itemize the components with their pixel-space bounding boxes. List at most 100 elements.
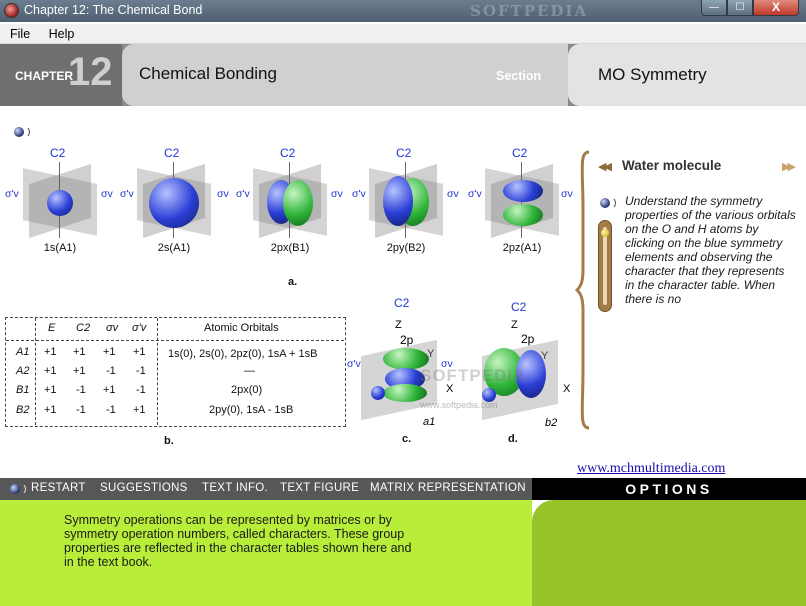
chapter-header: CHAPTER 12 Chemical Bonding Section MO S… xyxy=(0,44,806,106)
softpedia-overlay: SOFTPEDIA xyxy=(420,366,527,385)
speaker-wave xyxy=(22,126,30,138)
table-cell: -1 xyxy=(106,404,116,416)
table-cell: +1 xyxy=(44,365,57,377)
options-button[interactable]: OPTIONS xyxy=(532,478,806,500)
orbital-2p-label: 2p xyxy=(521,332,535,346)
c2-axis-button[interactable]: C2 xyxy=(280,146,295,160)
window-title: Chapter 12: The Chemical Bond xyxy=(24,3,203,17)
orbital-2s: C2 2s(A1) xyxy=(129,146,219,266)
side-panel-title: Water molecule xyxy=(622,158,722,173)
chapter-badge: CHAPTER 12 xyxy=(0,44,122,106)
sigma-v-button[interactable]: σv xyxy=(447,188,459,200)
sigma-v-button[interactable]: σv xyxy=(101,188,113,200)
menu-file[interactable]: File xyxy=(0,24,30,41)
close-button[interactable]: X xyxy=(753,0,799,16)
footer-options-panel xyxy=(532,500,806,606)
mo-label: b2 xyxy=(545,417,558,429)
c2-axis-button[interactable]: C2 xyxy=(164,146,179,160)
side-panel-text: Understand the symmetry properties of th… xyxy=(625,194,796,306)
table-cell: -1 xyxy=(136,365,146,377)
c2-axis-button[interactable]: C2 xyxy=(50,146,65,160)
c2-axis-button[interactable]: C2 xyxy=(511,300,526,314)
section-title: MO Symmetry xyxy=(598,65,707,84)
header-c2: C2 xyxy=(76,322,91,334)
orbital-label: 2py(B2) xyxy=(386,242,426,254)
section-label: Section xyxy=(496,69,542,83)
nav-audio-icon[interactable] xyxy=(10,482,28,496)
table-cell: -1 xyxy=(106,365,116,377)
table-cell: +1 xyxy=(103,384,116,396)
matrix-representation-button[interactable]: MATRIX REPRESENTATION xyxy=(370,482,526,494)
figure-b-caption: b. xyxy=(164,435,174,447)
orbital-label: 2s(A1) xyxy=(157,242,191,254)
text-figure-button[interactable]: TEXT FIGURE xyxy=(280,482,359,494)
suggestions-button[interactable]: SUGGESTIONS xyxy=(100,482,188,494)
hydrogen-lobe xyxy=(371,386,385,400)
window-titlebar: Chapter 12: The Chemical Bond SOFTPEDIA … xyxy=(0,0,806,22)
x-axis-label: X xyxy=(563,383,571,395)
table-cell: -1 xyxy=(136,384,146,396)
table-divider xyxy=(6,340,344,341)
sigma-v-button[interactable]: σv xyxy=(217,188,229,200)
s-orbital-sphere xyxy=(149,178,199,228)
row-symmetry[interactable]: B2 xyxy=(16,404,29,416)
table-cell: +1 xyxy=(44,346,57,358)
table-cell: +1 xyxy=(103,346,116,358)
sigma-v-button[interactable]: σv xyxy=(331,188,343,200)
speaker-wave xyxy=(608,197,616,209)
figure-a-caption: a. xyxy=(288,276,298,288)
c2-axis-button[interactable]: C2 xyxy=(512,146,527,160)
softpedia-overlay-url: www.softpedia.com xyxy=(420,400,498,410)
sigma-v-prime-button[interactable]: σ'v xyxy=(5,188,19,200)
sigma-v-prime-button[interactable]: σ'v xyxy=(347,358,361,370)
water-molecule-header: ◀◀ Water molecule ▶▶ xyxy=(598,158,804,176)
menu-help[interactable]: Help xyxy=(35,24,75,41)
p-orbital-lobe-positive xyxy=(283,180,313,226)
section-panel: MO Symmetry xyxy=(568,44,806,106)
c2-axis-button[interactable]: C2 xyxy=(396,146,411,160)
orbital-2pz: C2 2pz(A1) xyxy=(477,146,567,266)
slider-knob[interactable] xyxy=(601,229,609,237)
table-cell: +1 xyxy=(73,365,86,377)
table-cell: -1 xyxy=(76,384,86,396)
row-symmetry[interactable]: A1 xyxy=(16,346,29,358)
p-orbital-lobe-negative xyxy=(383,176,413,226)
topic-title: Chemical Bonding xyxy=(139,64,277,83)
table-orbitals: 1s(0), 2s(0), 2pz(0), 1sA + 1sB xyxy=(168,348,318,360)
table-orbitals: — xyxy=(244,365,255,377)
chapter-number: 12 xyxy=(68,50,113,94)
maximize-button[interactable]: ☐ xyxy=(727,0,753,16)
sigma-v-prime-button[interactable]: σ'v xyxy=(468,188,482,200)
text-scroll-slider[interactable] xyxy=(598,220,612,312)
table-orbitals: 2px(0) xyxy=(231,384,263,396)
sigma-v-prime-button[interactable]: σ'v xyxy=(236,188,250,200)
table-cell: +1 xyxy=(133,404,146,416)
row-symmetry[interactable]: A2 xyxy=(16,365,29,377)
sigma-v-prime-button[interactable]: σ'v xyxy=(120,188,134,200)
orbital-2px: C2 2px(B1) xyxy=(245,146,335,266)
audio-speaker-icon[interactable] xyxy=(14,125,32,139)
footer-text: Symmetry operations can be represented b… xyxy=(64,513,412,569)
table-cell: +1 xyxy=(73,346,86,358)
orbital-label: 1s(A1) xyxy=(43,242,77,254)
table-cell: +1 xyxy=(44,404,57,416)
previous-arrow-icon[interactable]: ◀◀ xyxy=(598,160,612,173)
orbital-2py: C2 2py(B2) xyxy=(361,146,451,266)
table-divider xyxy=(157,318,158,425)
app-icon xyxy=(4,3,19,18)
row-symmetry[interactable]: B1 xyxy=(16,384,29,396)
sigma-v-button[interactable]: σv xyxy=(561,188,573,200)
softpedia-watermark: SOFTPEDIA xyxy=(470,2,589,20)
c2-axis-button[interactable]: C2 xyxy=(394,296,409,310)
sigma-v-prime-button[interactable]: σ'v xyxy=(352,188,366,200)
website-link[interactable]: www.mchmultimedia.com xyxy=(577,461,725,477)
minimize-button[interactable]: — xyxy=(701,0,727,16)
side-audio-speaker-icon[interactable] xyxy=(600,196,618,210)
next-arrow-icon[interactable]: ▶▶ xyxy=(782,160,796,173)
figure-c-caption: c. xyxy=(402,433,412,445)
topic-panel: Chemical Bonding Section xyxy=(122,44,568,106)
header-e: E xyxy=(48,322,56,334)
restart-button[interactable]: RESTART xyxy=(31,482,86,494)
text-info-button[interactable]: TEXT INFO. xyxy=(202,482,268,494)
orbital-label: 2pz(A1) xyxy=(502,242,542,254)
